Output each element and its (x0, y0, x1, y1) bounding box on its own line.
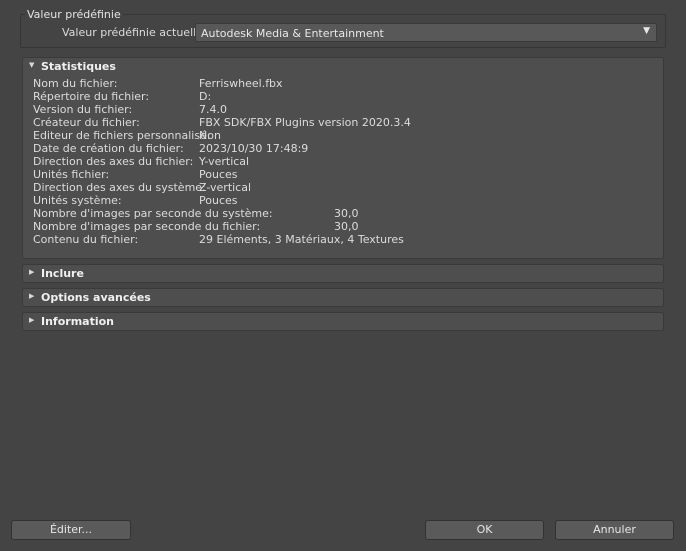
include-rollout-header[interactable]: ▶ Inclure (23, 265, 663, 283)
edit-button[interactable]: Éditer... (11, 520, 131, 540)
stat-label: Créateur du fichier: (33, 116, 140, 129)
stat-label: Direction des axes du fichier: (33, 155, 194, 168)
stat-value: Pouces (199, 168, 238, 181)
statistics-rollout-header[interactable]: ▼ Statistiques (23, 58, 663, 76)
stat-value: Z-vertical (199, 181, 252, 194)
cancel-button[interactable]: Annuler (555, 520, 674, 540)
preset-dropdown-value: Autodesk Media & Entertainment (201, 27, 384, 40)
stat-label: Contenu du fichier: (33, 233, 139, 246)
chevron-down-icon: ▼ (643, 26, 650, 36)
stat-label: Editeur de fichiers personnalisé: (33, 129, 211, 142)
advanced-options-title: Options avancées (41, 291, 151, 304)
stat-value: 30,0 (334, 220, 359, 233)
preset-group: Valeur prédéfinie Valeur prédéfinie actu… (20, 9, 666, 48)
stat-value: D: (199, 90, 212, 103)
stat-value: 29 Eléments, 3 Matériaux, 4 Textures (199, 233, 404, 246)
triangle-right-icon: ▶ (29, 316, 35, 324)
stat-label: Unités fichier: (33, 168, 110, 181)
stat-value: 7.4.0 (199, 103, 227, 116)
stat-label: Unités système: (33, 194, 122, 207)
stat-value: Non (199, 129, 221, 142)
preset-dropdown[interactable]: Autodesk Media & Entertainment ▼ (195, 23, 657, 42)
information-title: Information (41, 315, 114, 328)
stat-label: Nombre d'images par seconde du système: (33, 207, 273, 220)
information-rollout-header[interactable]: ▶ Information (23, 313, 663, 331)
include-title: Inclure (41, 267, 84, 280)
stat-value: 2023/10/30 17:48:9 (199, 142, 309, 155)
stat-label: Date de création du fichier: (33, 142, 184, 155)
triangle-right-icon: ▶ (29, 268, 35, 276)
advanced-options-rollout-header[interactable]: ▶ Options avancées (23, 289, 663, 307)
stat-label: Direction des axes du système: (33, 181, 206, 194)
triangle-down-icon: ▼ (29, 61, 35, 69)
preset-group-title: Valeur prédéfinie (25, 8, 123, 21)
triangle-right-icon: ▶ (29, 292, 35, 300)
stat-label: Nom du fichier: (33, 77, 118, 90)
stat-value: Pouces (199, 194, 238, 207)
statistics-title: Statistiques (41, 60, 116, 73)
preset-current-label: Valeur prédéfinie actuelle: (62, 26, 207, 39)
ok-button[interactable]: OK (425, 520, 544, 540)
stat-value: Ferriswheel.fbx (199, 77, 283, 90)
stat-value: Y-vertical (199, 155, 250, 168)
information-rollout[interactable]: ▶ Information (22, 312, 664, 331)
advanced-options-rollout[interactable]: ▶ Options avancées (22, 288, 664, 307)
stat-label: Version du fichier: (33, 103, 133, 116)
include-rollout[interactable]: ▶ Inclure (22, 264, 664, 283)
statistics-rollout: ▼ Statistiques Nom du fichier: Ferriswhe… (22, 57, 664, 259)
stat-label: Nombre d'images par seconde du fichier: (33, 220, 261, 233)
stat-label: Répertoire du fichier: (33, 90, 150, 103)
stat-value: FBX SDK/FBX Plugins version 2020.3.4 (199, 116, 411, 129)
stat-value: 30,0 (334, 207, 359, 220)
